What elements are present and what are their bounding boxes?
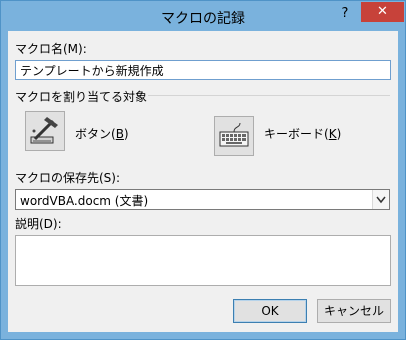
store-macro-select[interactable]: wordVBA.docm (文書) [15, 189, 390, 210]
dialog-window: マクロの記録 ? ✕ マクロ名(M): テンプレートから新規作成 マクロを割り当… [0, 0, 406, 340]
assign-button-label: ボタン(B) [75, 127, 129, 141]
hammer-icon [30, 117, 58, 144]
assign-keyboard-label: キーボード(K) [264, 127, 342, 141]
macro-name-label: マクロ名(M): [15, 42, 87, 56]
ok-button[interactable]: OK [233, 299, 307, 323]
close-icon: ✕ [377, 4, 388, 19]
chevron-down-icon[interactable] [372, 190, 389, 209]
assign-keyboard-button[interactable] [214, 116, 254, 156]
description-label: 説明(D): [15, 217, 62, 231]
macro-name-input[interactable]: テンプレートから新規作成 [15, 60, 391, 80]
store-macro-value: wordVBA.docm (文書) [20, 194, 149, 208]
help-button[interactable]: ? [337, 5, 353, 23]
group-divider [148, 95, 390, 96]
assign-button-button[interactable] [25, 111, 65, 151]
description-input[interactable] [15, 235, 391, 286]
dialog-body: マクロ名(M): テンプレートから新規作成 マクロを割り当てる対象 ボタン(B) [8, 31, 398, 332]
store-macro-label: マクロの保存先(S): [15, 171, 121, 185]
cancel-button[interactable]: キャンセル [317, 299, 391, 323]
title-bar: マクロの記録 ? ✕ [1, 1, 405, 31]
assign-group-label: マクロを割り当てる対象 [15, 90, 148, 104]
keyboard-icon [219, 122, 249, 147]
close-button[interactable]: ✕ [361, 2, 404, 22]
